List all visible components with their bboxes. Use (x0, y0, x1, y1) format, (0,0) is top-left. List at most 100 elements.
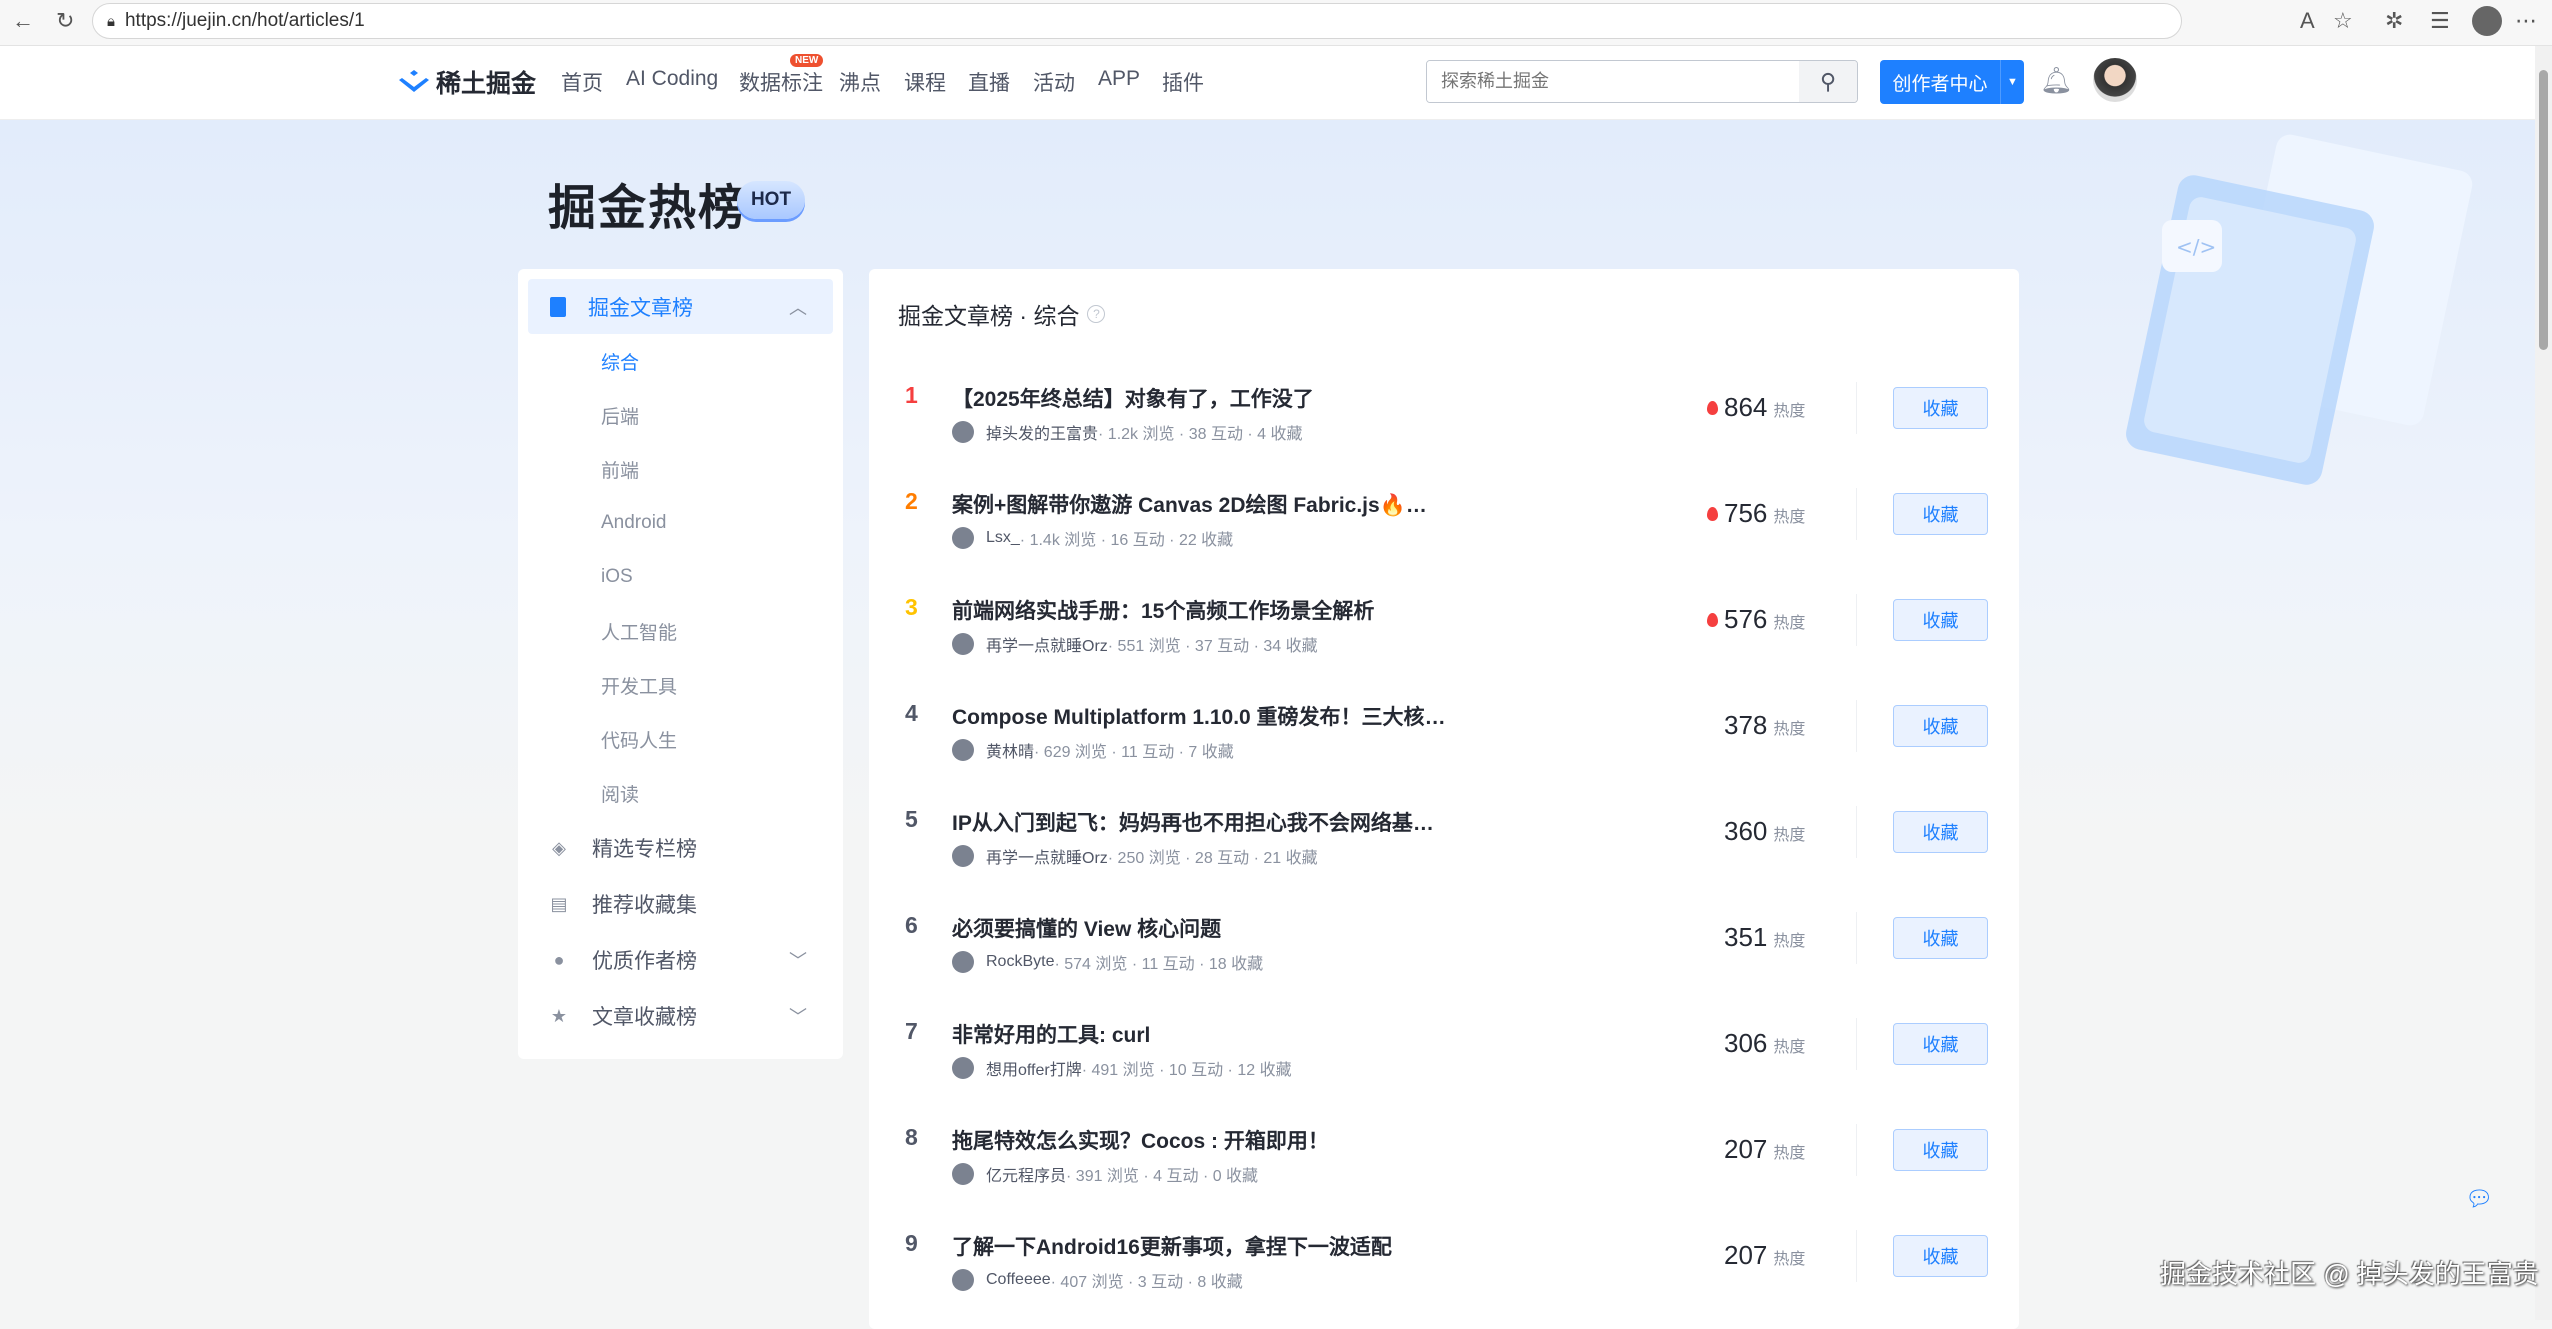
collect-button[interactable]: 收藏 (1893, 705, 1988, 747)
collect-button[interactable]: 收藏 (1893, 1023, 1988, 1065)
author-avatar[interactable] (952, 1163, 974, 1185)
scrollbar-thumb[interactable] (2539, 70, 2548, 350)
article-stats: · 1.4k 浏览 · 16 互动 · 22 收藏 (1020, 526, 1233, 550)
sidebar-item-label: 推荐收藏集 (592, 889, 697, 919)
sidebar-item-columns[interactable]: ◈精选专栏榜 (528, 820, 833, 876)
article-row[interactable]: 2 案例+图解带你遨游 Canvas 2D绘图 Fabric.js🔥🔥🔥 Lsx… (869, 476, 2019, 582)
nav-data-labeling[interactable]: 数据标注 (739, 67, 823, 97)
author-name[interactable]: 想用offer打牌 (986, 1056, 1082, 1080)
profile-avatar[interactable] (2472, 6, 2502, 36)
article-title[interactable]: 案例+图解带你遨游 Canvas 2D绘图 Fabric.js🔥🔥🔥 (952, 489, 1452, 519)
collect-button[interactable]: 收藏 (1893, 599, 1988, 641)
hot-value: 360 (1724, 816, 1767, 847)
nav-courses[interactable]: 课程 (904, 67, 946, 97)
article-title[interactable]: 【2025年终总结】对象有了，工作没了 (952, 383, 1314, 413)
article-row[interactable]: 4 Compose Multiplatform 1.10.0 重磅发布！三大核心… (869, 688, 2019, 794)
author-avatar[interactable] (952, 951, 974, 973)
author-avatar[interactable] (952, 633, 974, 655)
article-title[interactable]: 非常好用的工具: curl (952, 1019, 1150, 1049)
article-meta: 想用offer打牌 · 491 浏览 · 10 互动 · 12 收藏 (952, 1056, 1292, 1080)
chevron-down-icon[interactable]: ﹀ (789, 1003, 807, 1029)
article-title[interactable]: 前端网络实战手册：15个高频工作场景全解析 (952, 595, 1374, 625)
author-name[interactable]: 亿元程序员 (986, 1162, 1066, 1186)
sidebar-item-article-rank[interactable]: 掘金文章榜 ︿ (528, 279, 833, 334)
article-title[interactable]: 必须要搞懂的 View 核心问题 (952, 913, 1221, 943)
nav-pins[interactable]: 沸点 (839, 67, 881, 97)
sidebar-item-fav-rank[interactable]: ★文章收藏榜﹀ (528, 988, 833, 1044)
sidebar-sub-devtools[interactable]: 开发工具 (528, 658, 833, 712)
sidebar-sub-frontend[interactable]: 前端 (528, 442, 833, 496)
nav-plugins[interactable]: 插件 (1162, 67, 1204, 97)
article-row[interactable]: 6 必须要搞懂的 View 核心问题 RockByte · 574 浏览 · 1… (869, 900, 2019, 1006)
article-row[interactable]: 3 前端网络实战手册：15个高频工作场景全解析 再学一点就睡Orz · 551 … (869, 582, 2019, 688)
more-icon[interactable]: ⋯ (2515, 8, 2537, 34)
sidebar-sub-ai[interactable]: 人工智能 (528, 604, 833, 658)
reload-icon[interactable]: ↻ (56, 8, 74, 34)
chevron-down-icon[interactable]: ﹀ (789, 947, 807, 973)
nav-home[interactable]: 首页 (561, 67, 603, 97)
user-avatar[interactable] (2093, 58, 2137, 102)
notification-bell-icon[interactable]: 🔔︎ (2040, 65, 2073, 96)
author-avatar[interactable] (952, 527, 974, 549)
article-title[interactable]: Compose Multiplatform 1.10.0 重磅发布！三大核心更新 (952, 701, 1452, 731)
author-avatar[interactable] (952, 845, 974, 867)
search-input[interactable] (1427, 61, 1799, 102)
collect-button[interactable]: 收藏 (1893, 811, 1988, 853)
favorite-star-icon[interactable]: ☆ (2333, 8, 2353, 34)
collect-button[interactable]: 收藏 (1893, 1129, 1988, 1171)
collect-button[interactable]: 收藏 (1893, 917, 1988, 959)
search-button[interactable]: ⚲ (1799, 61, 1857, 102)
logo[interactable]: 稀土掘金 (398, 64, 536, 100)
author-name[interactable]: RockByte (986, 953, 1054, 971)
address-bar[interactable]: 🔒︎ https://juejin.cn/hot/articles/1 (92, 3, 2182, 39)
extensions-icon[interactable]: ✲ (2385, 8, 2403, 34)
chevron-up-icon[interactable]: ︿ (789, 294, 807, 320)
hot-score: 756热度 (1707, 498, 1805, 529)
back-icon[interactable]: ← (12, 8, 34, 34)
new-badge: NEW (790, 54, 823, 67)
author-avatar[interactable] (952, 1057, 974, 1079)
collection-icon: ▤ (550, 894, 568, 915)
rank-number: 7 (905, 1018, 918, 1045)
article-title[interactable]: 拖尾特效怎么实现？Cocos : 开箱即用！ (952, 1125, 1329, 1155)
author-name[interactable]: 掉头发的王富贵 (986, 420, 1098, 444)
author-avatar[interactable] (952, 739, 974, 761)
article-row[interactable]: 7 非常好用的工具: curl 想用offer打牌 · 491 浏览 · 10 … (869, 1006, 2019, 1112)
sidebar-sub-backend[interactable]: 后端 (528, 388, 833, 442)
sidebar-sub-reading[interactable]: 阅读 (528, 766, 833, 820)
sidebar-item-authors[interactable]: ●优质作者榜﹀ (528, 932, 833, 988)
creator-dropdown-icon[interactable]: ▼ (2000, 60, 2024, 104)
article-row[interactable]: 5 IP从入门到起飞：妈妈再也不用担心我不会网络基础啦 再学一点就睡Orz · … (869, 794, 2019, 900)
author-name[interactable]: Coffeeee (986, 1271, 1051, 1289)
article-title[interactable]: 了解一下Android16更新事项，拿捏下一波适配 (952, 1231, 1392, 1261)
author-name[interactable]: Lsx_ (986, 529, 1020, 547)
author-name[interactable]: 再学一点就睡Orz (986, 632, 1108, 656)
article-row[interactable]: 9 了解一下Android16更新事项，拿捏下一波适配 Coffeeee · 4… (869, 1218, 2019, 1324)
help-icon[interactable]: ? (1087, 305, 1105, 323)
favorites-icon[interactable]: ☰ (2430, 8, 2450, 34)
sidebar-sub-android[interactable]: Android (528, 496, 833, 550)
author-avatar[interactable] (952, 421, 974, 443)
creator-center-button[interactable]: 创作者中心 ▼ (1880, 60, 2024, 104)
rank-number: 9 (905, 1230, 918, 1257)
author-name[interactable]: 黄林晴 (986, 738, 1034, 762)
read-aloud-icon[interactable]: A (2300, 8, 2315, 34)
nav-live[interactable]: 直播 (968, 67, 1010, 97)
article-row[interactable]: 1 【2025年终总结】对象有了，工作没了 掉头发的王富贵 · 1.2k 浏览 … (869, 370, 2019, 476)
collect-button[interactable]: 收藏 (1893, 1235, 1988, 1277)
nav-ai-coding[interactable]: AI Coding (626, 67, 718, 91)
sidebar-sub-ios[interactable]: iOS (528, 550, 833, 604)
article-title[interactable]: IP从入门到起飞：妈妈再也不用担心我不会网络基础啦 (952, 807, 1452, 837)
nav-events[interactable]: 活动 (1033, 67, 1075, 97)
sidebar-sub-comprehensive[interactable]: 综合 (528, 334, 833, 388)
collect-button[interactable]: 收藏 (1893, 493, 1988, 535)
hot-label: 热度 (1773, 715, 1805, 739)
author-name[interactable]: 再学一点就睡Orz (986, 844, 1108, 868)
sidebar-sub-code-life[interactable]: 代码人生 (528, 712, 833, 766)
collect-button[interactable]: 收藏 (1893, 387, 1988, 429)
sidebar-item-collections[interactable]: ▤ 推荐收藏集 (528, 876, 833, 932)
article-row[interactable]: 8 拖尾特效怎么实现？Cocos : 开箱即用！ 亿元程序员 · 391 浏览 … (869, 1112, 2019, 1218)
nav-app[interactable]: APP (1098, 67, 1140, 91)
author-avatar[interactable] (952, 1269, 974, 1291)
feedback-icon[interactable]: 💬︎ (2456, 1176, 2502, 1222)
